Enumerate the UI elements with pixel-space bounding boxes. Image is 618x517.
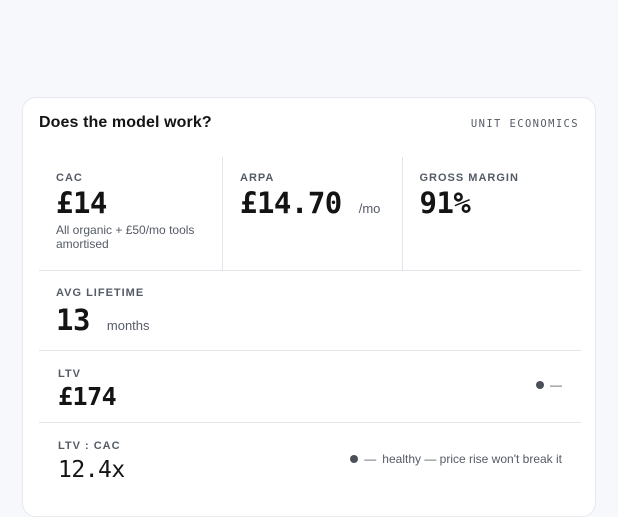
status-dash: — (364, 452, 377, 466)
metric-label: LTV : CAC (58, 440, 121, 452)
metric-label: GROSS MARGIN (419, 172, 519, 184)
metric-unit: /mo (358, 201, 381, 216)
metric-unit: months (106, 318, 150, 333)
metric-value: £14 (56, 186, 107, 220)
metric-label: LTV (58, 368, 81, 380)
status-dot-icon (536, 381, 544, 389)
unit-economics-card: Does the model work? UNIT ECONOMICS CAC … (22, 97, 596, 517)
metric-cac: CAC £14 All organic + £50/mo tools amort… (39, 157, 222, 270)
metric-value-wrap: 13 months (56, 303, 150, 343)
status-dot-icon (350, 455, 359, 463)
metric-label: ARPA (240, 172, 275, 184)
metric-value: 13 (56, 303, 90, 337)
metric-value: 91% (419, 186, 471, 220)
metric-value: 12.4x (58, 457, 125, 483)
metric-note: All organic + £50/mo tools amortised (56, 223, 195, 251)
card-title: Does the model work? (39, 114, 212, 131)
metric-value-wrap: £14.70 /mo (240, 186, 386, 226)
ltv-status: — (536, 378, 562, 392)
ltv-cac-status: — healthy — price rise won't break it (350, 452, 562, 466)
metric-ltv: LTV £174 — (39, 351, 581, 423)
metric-label: CAC (56, 172, 83, 184)
metric-arpa: ARPA £14.70 /mo (222, 157, 402, 270)
metric-value: £14.70 (240, 186, 342, 220)
status-dash: — (550, 378, 562, 392)
card-tag: UNIT ECONOMICS (470, 118, 579, 130)
metric-label: AVG LIFETIME (56, 287, 145, 299)
status-text: healthy — price rise won't break it (382, 452, 562, 466)
metric-grid: CAC £14 All organic + £50/mo tools amort… (39, 157, 581, 271)
metric-value: £174 (58, 382, 117, 411)
metric-gross-margin: GROSS MARGIN 91% (401, 157, 582, 270)
metric-avg-lifetime: AVG LIFETIME 13 months (39, 271, 581, 351)
metric-ltv-cac: LTV : CAC 12.4x — healthy — price rise w… (39, 423, 581, 503)
